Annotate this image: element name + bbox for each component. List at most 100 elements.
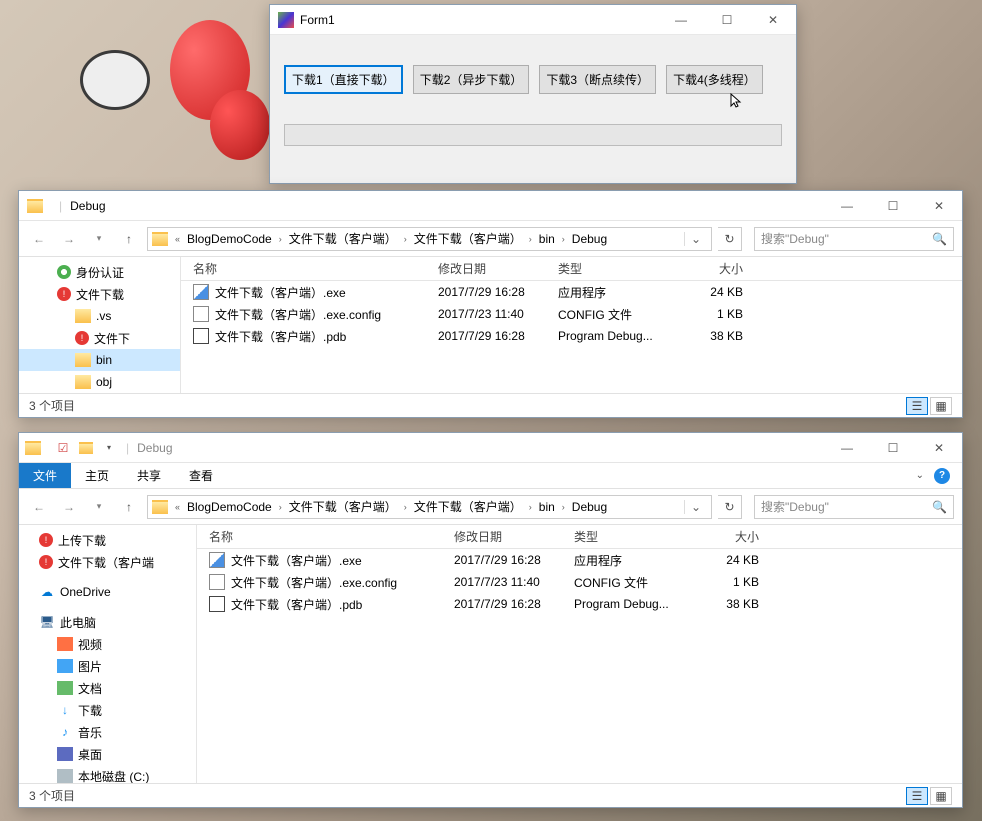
tree-item-desktop[interactable]: 桌面 bbox=[19, 743, 196, 765]
col-type[interactable]: 类型 bbox=[558, 260, 673, 277]
refresh-button[interactable]: ↻ bbox=[718, 495, 742, 519]
file-row[interactable]: 文件下载（客户端）.exe 2017/7/29 16:28 应用程序 24 KB bbox=[197, 549, 962, 571]
nav-recent-dropdown[interactable]: ▾ bbox=[87, 495, 111, 519]
col-size[interactable]: 大小 bbox=[673, 260, 753, 277]
breadcrumb-seg1[interactable]: BlogDemoCode bbox=[183, 500, 276, 514]
tree-item-disk-c[interactable]: 本地磁盘 (C:) bbox=[19, 765, 196, 783]
details-view-button[interactable]: ☰ bbox=[906, 787, 928, 805]
addr-chevron[interactable]: « bbox=[172, 502, 183, 512]
tree-item-upload[interactable]: !上传下载 bbox=[19, 529, 196, 551]
breadcrumb-seg4[interactable]: bin bbox=[535, 232, 559, 246]
refresh-button[interactable]: ↻ bbox=[718, 227, 742, 251]
tree-item-bin[interactable]: bin bbox=[19, 349, 180, 371]
file-row[interactable]: 文件下载（客户端）.pdb 2017/7/29 16:28 Program De… bbox=[197, 593, 962, 615]
search-box[interactable]: 搜索"Debug" 🔍 bbox=[754, 227, 954, 251]
breadcrumb-seg2[interactable]: 文件下载（客户端） bbox=[285, 230, 401, 247]
qat-properties[interactable]: ☑ bbox=[54, 439, 72, 457]
help-icon[interactable]: ? bbox=[934, 468, 950, 484]
minimize-button[interactable]: — bbox=[824, 433, 870, 463]
nav-forward-button[interactable]: → bbox=[57, 227, 81, 251]
breadcrumb-seg1[interactable]: BlogDemoCode bbox=[183, 232, 276, 246]
close-button[interactable]: ✕ bbox=[916, 433, 962, 463]
qat-newfolder[interactable] bbox=[77, 439, 95, 457]
chevron-right-icon[interactable]: › bbox=[276, 234, 285, 244]
breadcrumb-seg3[interactable]: 文件下载（客户端） bbox=[410, 230, 526, 247]
chevron-right-icon[interactable]: › bbox=[559, 234, 568, 244]
col-size[interactable]: 大小 bbox=[689, 528, 769, 545]
breadcrumb-seg5[interactable]: Debug bbox=[568, 500, 611, 514]
explorer1-titlebar[interactable]: | Debug — ☐ ✕ bbox=[19, 191, 962, 221]
ribbon-tab-file[interactable]: 文件 bbox=[19, 463, 71, 488]
tree-item-music[interactable]: ♪音乐 bbox=[19, 721, 196, 743]
ribbon-tab-view[interactable]: 查看 bbox=[175, 463, 227, 488]
col-date[interactable]: 修改日期 bbox=[454, 528, 574, 545]
col-date[interactable]: 修改日期 bbox=[438, 260, 558, 277]
tree-item-filedl[interactable]: !文件下 bbox=[19, 327, 180, 349]
file-row[interactable]: 文件下载（客户端）.exe.config 2017/7/23 11:40 CON… bbox=[181, 303, 962, 325]
nav-back-button[interactable]: ← bbox=[27, 227, 51, 251]
close-button[interactable]: ✕ bbox=[916, 191, 962, 221]
tree-item-obj[interactable]: obj bbox=[19, 371, 180, 393]
chevron-right-icon[interactable]: › bbox=[401, 502, 410, 512]
download1-direct-button[interactable]: 下载1（直接下载） bbox=[284, 65, 403, 94]
download2-async-button[interactable]: 下载2（异步下载） bbox=[413, 65, 530, 94]
chevron-right-icon[interactable]: › bbox=[276, 502, 285, 512]
column-headers[interactable]: 名称 修改日期 类型 大小 bbox=[197, 525, 962, 549]
tree-item-videos[interactable]: 视频 bbox=[19, 633, 196, 655]
tree-item-onedrive[interactable]: ☁OneDrive bbox=[19, 581, 196, 603]
col-type[interactable]: 类型 bbox=[574, 528, 689, 545]
maximize-button[interactable]: ☐ bbox=[704, 5, 750, 35]
address-bar[interactable]: « BlogDemoCode › 文件下载（客户端） › 文件下载（客户端） ›… bbox=[147, 227, 712, 251]
breadcrumb-seg3[interactable]: 文件下载（客户端） bbox=[410, 498, 526, 515]
minimize-button[interactable]: — bbox=[658, 5, 704, 35]
nav-up-button[interactable]: ↑ bbox=[117, 227, 141, 251]
breadcrumb-seg5[interactable]: Debug bbox=[568, 232, 611, 246]
details-view-button[interactable]: ☰ bbox=[906, 397, 928, 415]
explorer2-titlebar[interactable]: ☑ ▾ | Debug — ☐ ✕ bbox=[19, 433, 962, 463]
qat-dropdown[interactable]: ▾ bbox=[100, 439, 118, 457]
icons-view-button[interactable]: ▦ bbox=[930, 787, 952, 805]
nav-recent-dropdown[interactable]: ▾ bbox=[87, 227, 111, 251]
file-row[interactable]: 文件下载（客户端）.exe.config 2017/7/23 11:40 CON… bbox=[197, 571, 962, 593]
nav-up-button[interactable]: ↑ bbox=[117, 495, 141, 519]
folder-tree[interactable]: !上传下载 !文件下载（客户端 ☁OneDrive 🖥此电脑 视频 图片 文档 … bbox=[19, 525, 197, 783]
breadcrumb-seg2[interactable]: 文件下载（客户端） bbox=[285, 498, 401, 515]
tree-item-filedl-client[interactable]: !文件下载（客户端 bbox=[19, 551, 196, 573]
chevron-right-icon[interactable]: › bbox=[401, 234, 410, 244]
col-name[interactable]: 名称 bbox=[197, 528, 454, 545]
ribbon-tab-share[interactable]: 共享 bbox=[123, 463, 175, 488]
chevron-right-icon[interactable]: › bbox=[526, 502, 535, 512]
maximize-button[interactable]: ☐ bbox=[870, 191, 916, 221]
file-row[interactable]: 文件下载（客户端）.pdb 2017/7/29 16:28 Program De… bbox=[181, 325, 962, 347]
address-bar[interactable]: « BlogDemoCode › 文件下载（客户端） › 文件下载（客户端） ›… bbox=[147, 495, 712, 519]
nav-forward-button[interactable]: → bbox=[57, 495, 81, 519]
form1-titlebar[interactable]: Form1 — ☐ ✕ bbox=[270, 5, 796, 35]
chevron-right-icon[interactable]: › bbox=[559, 502, 568, 512]
icons-view-button[interactable]: ▦ bbox=[930, 397, 952, 415]
breadcrumb-seg4[interactable]: bin bbox=[535, 500, 559, 514]
tree-item-pictures[interactable]: 图片 bbox=[19, 655, 196, 677]
column-headers[interactable]: 名称 修改日期 类型 大小 bbox=[181, 257, 962, 281]
ribbon-tab-home[interactable]: 主页 bbox=[71, 463, 123, 488]
col-name[interactable]: 名称 bbox=[181, 260, 438, 277]
maximize-button[interactable]: ☐ bbox=[870, 433, 916, 463]
download4-multithread-button[interactable]: 下载4(多线程） bbox=[666, 65, 763, 94]
address-dropdown[interactable]: ⌄ bbox=[684, 500, 707, 514]
ribbon-expand-icon[interactable]: ⌄ bbox=[916, 470, 924, 481]
minimize-button[interactable]: — bbox=[824, 191, 870, 221]
close-button[interactable]: ✕ bbox=[750, 5, 796, 35]
tree-item-identity[interactable]: 身份认证 bbox=[19, 261, 180, 283]
tree-item-thispc[interactable]: 🖥此电脑 bbox=[19, 611, 196, 633]
tree-item-vs[interactable]: .vs bbox=[19, 305, 180, 327]
nav-back-button[interactable]: ← bbox=[27, 495, 51, 519]
addr-chevron[interactable]: « bbox=[172, 234, 183, 244]
tree-item-documents[interactable]: 文档 bbox=[19, 677, 196, 699]
search-box[interactable]: 搜索"Debug" 🔍 bbox=[754, 495, 954, 519]
address-dropdown[interactable]: ⌄ bbox=[684, 232, 707, 246]
folder-tree[interactable]: 身份认证 !文件下载 .vs !文件下 bin obj bbox=[19, 257, 181, 393]
tree-item-downloads[interactable]: ↓下载 bbox=[19, 699, 196, 721]
chevron-right-icon[interactable]: › bbox=[526, 234, 535, 244]
file-row[interactable]: 文件下载（客户端）.exe 2017/7/29 16:28 应用程序 24 KB bbox=[181, 281, 962, 303]
tree-item-filedownload[interactable]: !文件下载 bbox=[19, 283, 180, 305]
download3-resume-button[interactable]: 下载3（断点续传） bbox=[539, 65, 656, 94]
